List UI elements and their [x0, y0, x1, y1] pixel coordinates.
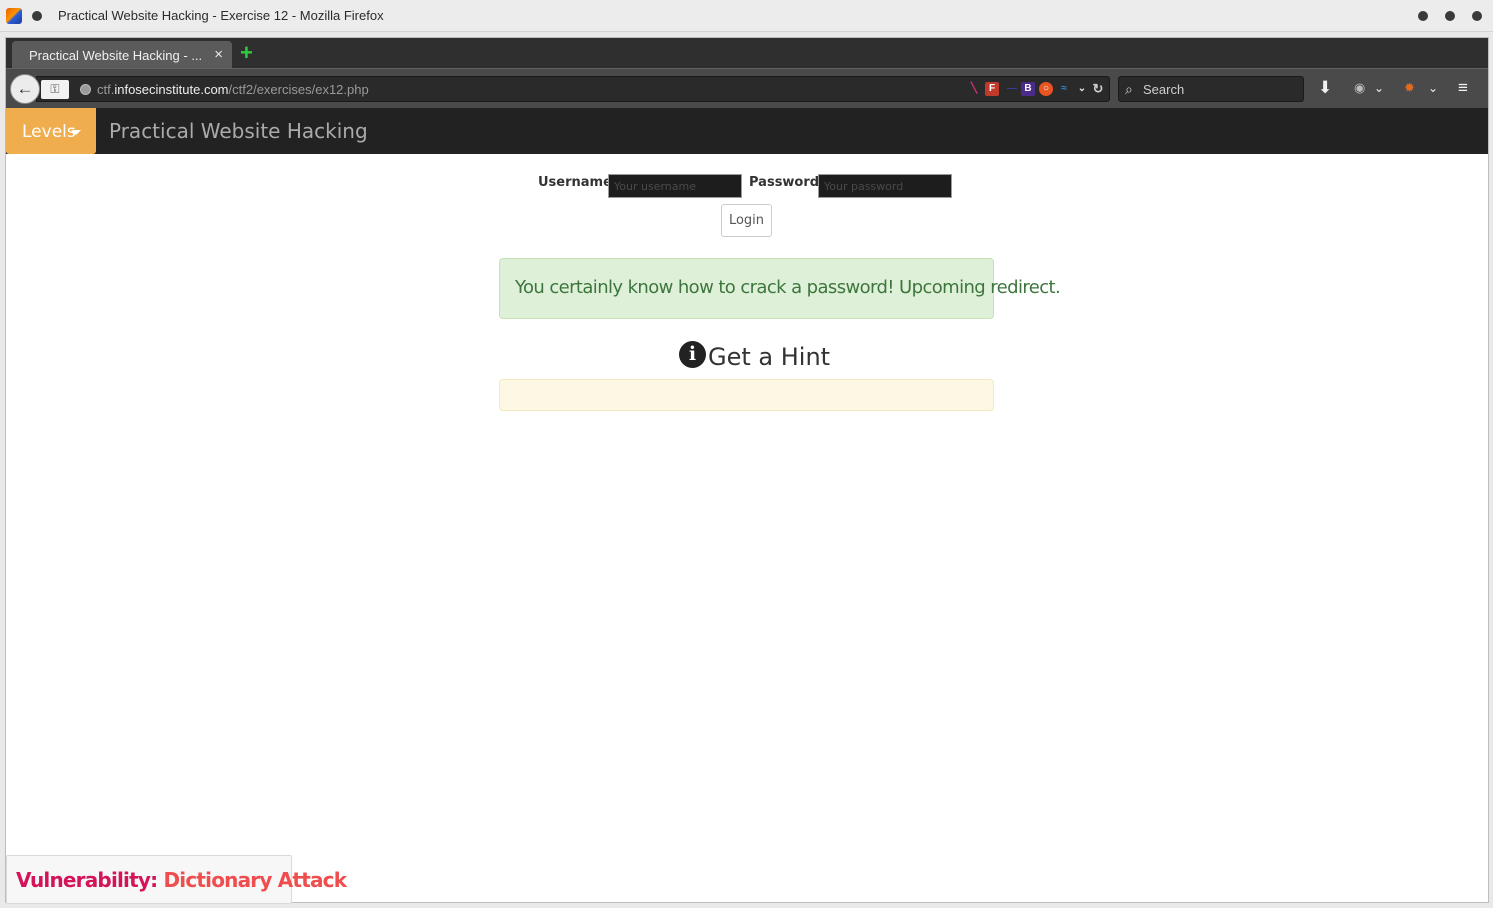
search-placeholder: Search	[1143, 82, 1185, 97]
dash-icon[interactable]: —	[1005, 82, 1019, 96]
tab-title: Practical Website Hacking - ...	[29, 48, 203, 63]
reload-icon[interactable]: ↻	[1091, 82, 1105, 96]
username-input[interactable]	[608, 174, 742, 198]
close-window-icon[interactable]	[1472, 11, 1482, 21]
globe-icon	[80, 84, 91, 95]
window-menu-dot-icon[interactable]	[32, 11, 42, 21]
tab-strip: Practical Website Hacking - ... × +	[6, 38, 1488, 69]
minimize-window-icon[interactable]	[1418, 11, 1428, 21]
url-host: infosecinstitute.com	[114, 82, 229, 97]
addon-eye-icon[interactable]: ◉	[1354, 78, 1365, 98]
page-content: Levels Practical Website Hacking Usernam…	[6, 108, 1488, 904]
f-icon[interactable]: F	[985, 82, 999, 96]
key-icon[interactable]: ⚿	[41, 80, 69, 99]
chevron-down-icon[interactable]: ⌄	[1075, 82, 1089, 96]
download-icon[interactable]: ⬇	[1318, 78, 1332, 98]
ubuntu-icon[interactable]: ○	[1039, 82, 1053, 96]
username-label: Username:	[538, 175, 618, 190]
search-bar[interactable]: ⌕ Search	[1118, 76, 1304, 102]
back-button[interactable]: ←	[10, 74, 40, 104]
levels-label: Levels	[22, 122, 76, 142]
maximize-window-icon[interactable]	[1445, 11, 1455, 21]
url-text[interactable]: ctf.infosecinstitute.com/ctf2/exercises/…	[97, 82, 369, 97]
new-tab-button[interactable]: +	[240, 41, 253, 65]
b-icon[interactable]: B	[1021, 82, 1035, 96]
hint-title: Get a Hint	[708, 343, 831, 371]
caret-down-icon	[71, 130, 81, 135]
url-prefix: ctf.	[97, 82, 115, 97]
search-icon: ⌕	[1125, 81, 1133, 97]
nav-toolbar: ⚿ ctf.infosecinstitute.com/ctf2/exercise…	[6, 68, 1488, 108]
tab-active[interactable]: Practical Website Hacking - ... ×	[12, 41, 232, 69]
hamburger-menu-icon[interactable]: ≡	[1458, 78, 1468, 98]
firebug-icon[interactable]: ✹	[1404, 78, 1415, 98]
wave-icon[interactable]: ≈	[1057, 82, 1071, 96]
site-navbar: Levels Practical Website Hacking	[6, 108, 1488, 154]
url-path: /ctf2/exercises/ex12.php	[228, 82, 369, 97]
addon-chevron-icon[interactable]: ⌄	[1374, 78, 1384, 98]
site-brand[interactable]: Practical Website Hacking	[109, 119, 368, 143]
login-button[interactable]: Login	[721, 204, 772, 237]
levels-dropdown-button[interactable]: Levels	[6, 108, 96, 154]
feather-icon[interactable]: ╲	[967, 82, 981, 96]
firebug-chevron-icon[interactable]: ⌄	[1428, 78, 1438, 98]
info-icon: i	[679, 341, 706, 368]
firefox-icon	[6, 8, 22, 24]
vulnerability-label: Vulnerability:	[16, 868, 158, 892]
browser-window: Practical Website Hacking - ... × + ⚿ ct…	[5, 37, 1489, 904]
os-titlebar: Practical Website Hacking - Exercise 12 …	[0, 0, 1493, 32]
url-bar[interactable]: ⚿ ctf.infosecinstitute.com/ctf2/exercise…	[36, 76, 1110, 102]
password-input[interactable]	[818, 174, 952, 198]
password-label: Password:	[749, 175, 825, 190]
vulnerability-badge: Vulnerability: Dictionary Attack	[6, 855, 347, 904]
hint-box	[499, 379, 994, 411]
window-title: Practical Website Hacking - Exercise 12 …	[58, 8, 384, 23]
vulnerability-value: Dictionary Attack	[163, 868, 347, 892]
success-alert: You certainly know how to crack a passwo…	[499, 258, 1061, 319]
tab-close-icon[interactable]: ×	[214, 46, 223, 63]
